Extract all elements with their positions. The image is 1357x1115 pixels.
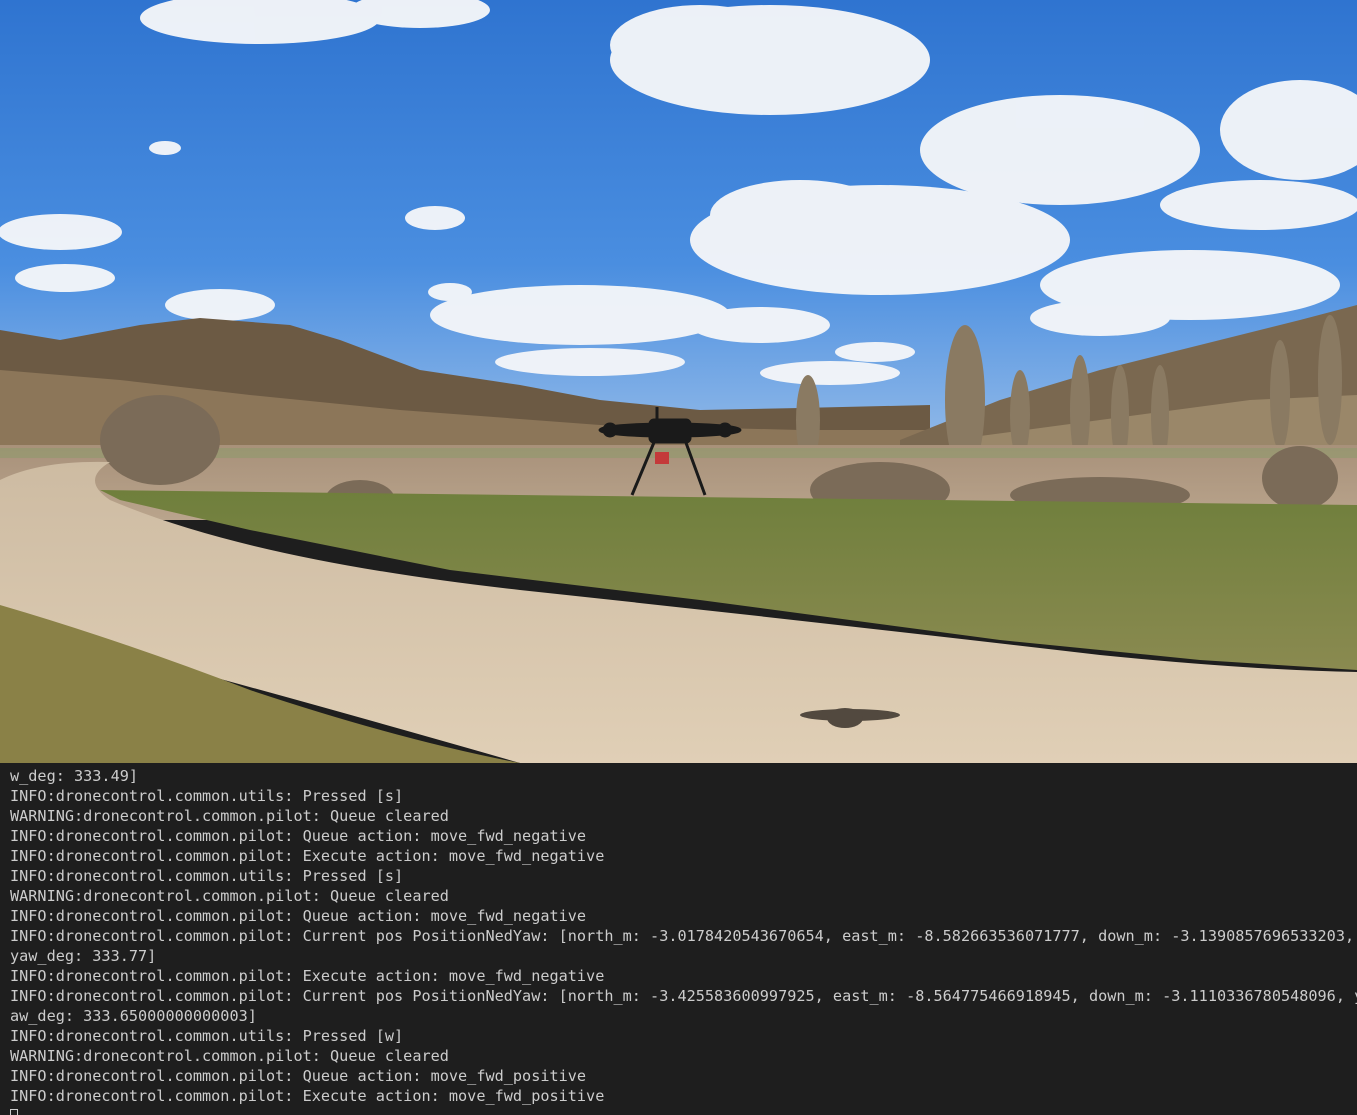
log-line: INFO:dronecontrol.common.pilot: Queue ac…: [10, 907, 587, 925]
log-lines: w_deg: 333.49] INFO:dronecontrol.common.…: [10, 766, 1357, 1115]
log-line: aw_deg: 333.65000000000003]: [10, 1007, 257, 1025]
log-line: INFO:dronecontrol.common.pilot: Execute …: [10, 1087, 605, 1105]
log-line: yaw_deg: 333.77]: [10, 947, 157, 965]
log-line: INFO:dronecontrol.common.utils: Pressed …: [10, 1027, 404, 1045]
text-cursor: [10, 1109, 18, 1115]
log-line: WARNING:dronecontrol.common.pilot: Queue…: [10, 807, 449, 825]
log-line: WARNING:dronecontrol.common.pilot: Queue…: [10, 1047, 449, 1065]
log-line: INFO:dronecontrol.common.pilot: Current …: [10, 927, 1355, 945]
log-line: INFO:dronecontrol.common.utils: Pressed …: [10, 787, 404, 805]
log-line: INFO:dronecontrol.common.pilot: Queue ac…: [10, 827, 587, 845]
log-line: INFO:dronecontrol.common.pilot: Current …: [10, 987, 1357, 1005]
prompt-line[interactable]: [10, 1106, 1357, 1115]
log-line: INFO:dronecontrol.common.pilot: Execute …: [10, 847, 605, 865]
drone-field-photo: [0, 0, 1357, 763]
log-line: INFO:dronecontrol.common.utils: Pressed …: [10, 867, 404, 885]
screen: w_deg: 333.49] INFO:dronecontrol.common.…: [0, 0, 1357, 1115]
log-line: INFO:dronecontrol.common.pilot: Queue ac…: [10, 1067, 587, 1085]
log-line: WARNING:dronecontrol.common.pilot: Queue…: [10, 887, 449, 905]
log-line: w_deg: 333.49]: [10, 767, 139, 785]
log-line: INFO:dronecontrol.common.pilot: Execute …: [10, 967, 605, 985]
terminal-output[interactable]: w_deg: 333.49] INFO:dronecontrol.common.…: [0, 763, 1357, 1115]
